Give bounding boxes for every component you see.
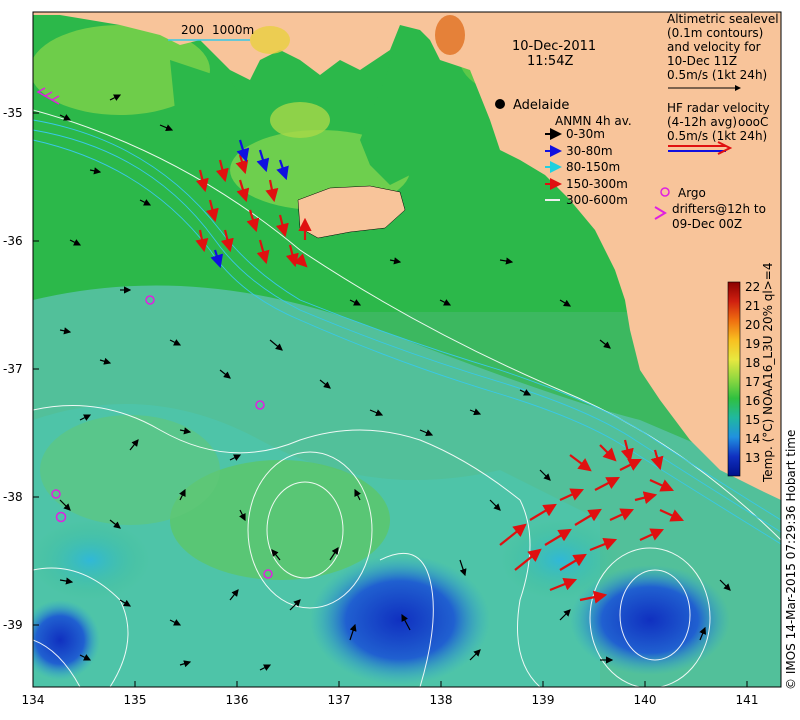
green-eddy-patch bbox=[40, 415, 220, 525]
lat-tick-38: -38 bbox=[3, 490, 23, 504]
argo-legend-line: Argo bbox=[678, 186, 706, 200]
colorbar-tick: 21 bbox=[745, 299, 760, 313]
lon-tick-136: 136 bbox=[226, 693, 249, 707]
altimetry-legend-line: Altimetric sealevel bbox=[667, 12, 779, 26]
colorbar-tick: 19 bbox=[745, 337, 760, 351]
lon-tick-137: 137 bbox=[328, 693, 351, 707]
adelaide-marker bbox=[495, 99, 505, 109]
imos-credit: © IMOS 14-Mar-2015 07:29:36 Hobart time bbox=[784, 430, 798, 690]
altimetry-legend-line: and velocity for bbox=[667, 40, 761, 54]
anmn-legend-title: ANMN 4h av. bbox=[555, 114, 632, 128]
anmn-legend-item: 0-30m bbox=[566, 127, 605, 141]
colorbar-tick: 18 bbox=[745, 356, 760, 370]
colorbar-tick: 14 bbox=[745, 432, 760, 446]
colorbar-tick: 17 bbox=[745, 375, 760, 389]
bathy-scale-label-2: 1000m bbox=[212, 23, 254, 37]
cold-water-blob bbox=[310, 555, 490, 685]
hf-legend-overlay: oooC bbox=[738, 115, 768, 129]
colorbar-tick: 13 bbox=[745, 451, 760, 465]
lon-tick-135: 135 bbox=[124, 693, 147, 707]
lon-tick-141: 141 bbox=[736, 693, 759, 707]
anmn-legend-item: 80-150m bbox=[566, 160, 620, 174]
warm-shallow-water bbox=[250, 26, 290, 54]
warm-shallow-water bbox=[435, 15, 465, 55]
anmn-legend-item: 300-600m bbox=[566, 193, 628, 207]
temperature-colorbar bbox=[727, 281, 741, 477]
lat-tick-39: -39 bbox=[3, 618, 23, 632]
argo-legend-line: 09-Dec 00Z bbox=[672, 217, 742, 231]
colorbar-label: Temp. (°C) NOAA16_L3U 20% ql>=4 bbox=[761, 263, 775, 484]
anmn-legend-item: 150-300m bbox=[566, 177, 628, 191]
altimetry-legend-line: (0.1m contours) bbox=[667, 26, 763, 40]
map-time: 11:54Z bbox=[527, 54, 573, 69]
altimetry-legend-line: 10-Dec 11Z bbox=[667, 54, 737, 68]
lon-tick-139: 139 bbox=[532, 693, 555, 707]
warm-shallow-water bbox=[270, 102, 330, 138]
lat-tick-36: -36 bbox=[3, 234, 23, 248]
colorbar-tick: 22 bbox=[745, 280, 760, 294]
cyan-water-blob bbox=[33, 520, 150, 600]
lon-tick-140: 140 bbox=[634, 693, 657, 707]
lat-tick-37: -37 bbox=[3, 362, 23, 376]
adelaide-label: Adelaide bbox=[513, 98, 569, 113]
anmn-legend-item: 30-80m bbox=[566, 144, 613, 158]
hf-legend-line: 0.5m/s (1kt 24h) bbox=[667, 129, 767, 143]
hf-legend-line: (4-12h avg) bbox=[667, 115, 737, 129]
colorbar-tick: 15 bbox=[745, 413, 760, 427]
argo-legend-line: drifters@12h to bbox=[672, 202, 766, 216]
altimetry-legend-line: 0.5m/s (1kt 24h) bbox=[667, 68, 767, 82]
colorbar-tick: 20 bbox=[745, 318, 760, 332]
colorbar-tick: 16 bbox=[745, 394, 760, 408]
bathy-scale-label: 200 bbox=[181, 23, 204, 37]
cold-water-blob bbox=[33, 600, 100, 680]
map-date: 10-Dec-2011 bbox=[512, 39, 596, 54]
lat-tick-35: -35 bbox=[3, 106, 23, 120]
hf-legend-line: HF radar velocity bbox=[667, 101, 770, 115]
lon-tick-134: 134 bbox=[22, 693, 45, 707]
ocean-temperature-map: 134 135 136 137 138 139 140 141 -35 -36 … bbox=[3, 11, 798, 707]
lon-tick-138: 138 bbox=[430, 693, 453, 707]
